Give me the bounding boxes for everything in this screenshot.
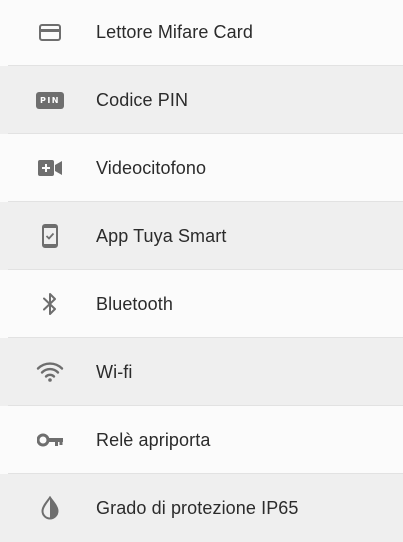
feature-item-ip65: Grado di protezione IP65: [0, 474, 403, 542]
pin-icon: PIN: [32, 82, 68, 118]
feature-label: Bluetooth: [96, 293, 173, 314]
video-camera-icon: [32, 150, 68, 186]
bluetooth-icon: [32, 286, 68, 322]
feature-item-door-relay: Relè apriporta: [0, 406, 403, 474]
feature-item-pin-code: PIN Codice PIN: [0, 66, 403, 134]
feature-label: Videocitofono: [96, 157, 207, 178]
feature-item-card-reader: Lettore Mifare Card: [0, 0, 403, 66]
feature-item-bluetooth: Bluetooth: [0, 270, 403, 338]
water-drop-icon: [32, 490, 68, 526]
feature-label: Relè apriporta: [96, 429, 211, 450]
feature-label: Codice PIN: [96, 89, 189, 110]
card-icon: [32, 14, 68, 50]
pin-icon-text: PIN: [36, 91, 64, 109]
feature-list: Lettore Mifare Card PIN Codice PIN Video…: [0, 0, 403, 542]
feature-item-video-intercom: Videocitofono: [0, 134, 403, 202]
feature-label: Grado di protezione IP65: [96, 497, 299, 518]
feature-label: App Tuya Smart: [96, 225, 227, 246]
feature-label: Wi-fi: [96, 361, 133, 382]
feature-item-wifi: Wi-fi: [0, 338, 403, 406]
feature-label: Lettore Mifare Card: [96, 21, 253, 42]
feature-item-app: App Tuya Smart: [0, 202, 403, 270]
smartphone-check-icon: [32, 218, 68, 254]
key-icon: [32, 422, 68, 458]
wifi-icon: [32, 354, 68, 390]
